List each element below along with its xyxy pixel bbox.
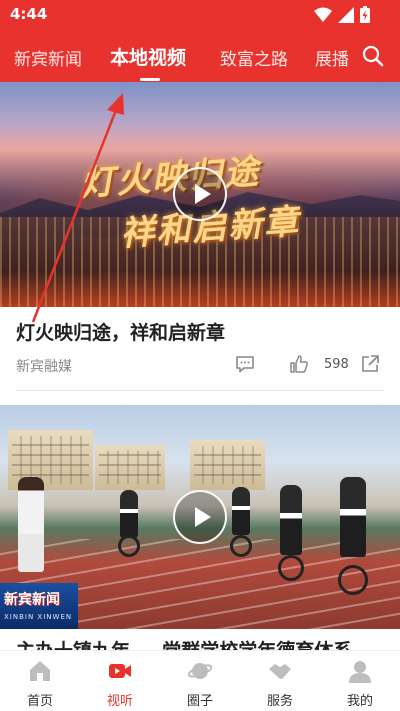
tab-showcase[interactable]: 展播 [315, 45, 349, 70]
play-button-2[interactable] [173, 490, 227, 544]
bottom-navigation: 首页 视听 圈子 服务 我的 [0, 650, 400, 711]
student-figure [280, 485, 302, 555]
nav-home[interactable]: 首页 [0, 651, 80, 711]
signal-icon [338, 6, 354, 23]
student-figure [232, 487, 250, 535]
student-figure [340, 477, 366, 557]
play-button-1[interactable] [173, 167, 227, 221]
category-tab-bar: 新宾新闻 本地视频 致富之路 展播 [0, 30, 400, 82]
nav-profile[interactable]: 我的 [320, 651, 400, 711]
home-icon [30, 661, 50, 681]
teacher-figure [18, 477, 44, 572]
unicycle-wheel [118, 535, 140, 557]
video-title-2[interactable]: 主办十镇九年 — 党群学校学年德育体系 [16, 636, 400, 650]
status-time: 4:44 [10, 5, 48, 23]
tab-local-video[interactable]: 本地视频 [110, 43, 186, 70]
planet-icon [188, 663, 212, 679]
share-icon[interactable] [360, 354, 380, 374]
video-icon [109, 664, 131, 678]
tab-xinbin-news[interactable]: 新宾新闻 [14, 45, 82, 70]
tab-road-to-wealth[interactable]: 致富之路 [220, 45, 288, 70]
search-icon[interactable] [362, 45, 384, 67]
unicycle-wheel [338, 565, 368, 595]
battery-icon [360, 6, 370, 23]
logo-subtitle: XINBIN XINWEN [4, 613, 73, 621]
nav-label: 我的 [346, 694, 373, 709]
active-tab-indicator [140, 78, 160, 81]
nav-label: 首页 [26, 694, 53, 709]
nav-circle[interactable]: 圈子 [160, 651, 240, 711]
card-divider [16, 390, 384, 391]
handshake-icon [269, 664, 291, 679]
video-title-1[interactable]: 灯火映归途，祥和启新章 [16, 318, 225, 345]
user-icon [349, 661, 371, 683]
play-icon [194, 184, 211, 204]
nav-label: 视听 [106, 694, 133, 709]
nav-services[interactable]: 服务 [240, 651, 320, 711]
school-building [190, 440, 265, 490]
like-icon[interactable] [289, 354, 309, 374]
student-figure [120, 490, 138, 538]
status-bar: 4:44 [0, 0, 400, 30]
nav-video[interactable]: 视听 [80, 651, 160, 711]
nav-label: 服务 [266, 694, 293, 709]
status-icons [314, 6, 370, 23]
play-icon [194, 507, 211, 527]
xinbin-news-logo: 新宾新闻 XINBIN XINWEN [0, 583, 78, 629]
nav-label: 圈子 [186, 694, 213, 709]
unicycle-wheel [278, 555, 304, 581]
logo-title: 新宾新闻 [4, 592, 60, 608]
video-source-1: 新宾融媒 [16, 359, 72, 375]
wifi-icon [314, 7, 332, 22]
unicycle-wheel [230, 535, 252, 557]
like-count: 598 [324, 357, 349, 372]
comment-icon[interactable] [235, 354, 255, 374]
school-building [95, 445, 165, 490]
